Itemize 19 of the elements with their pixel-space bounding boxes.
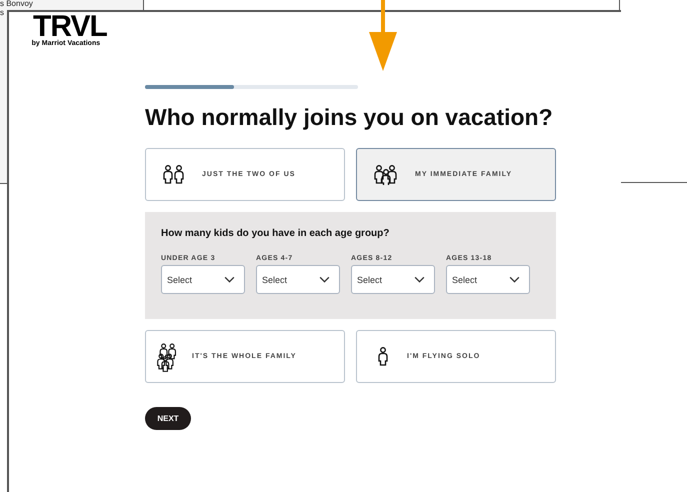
chevron-down-icon bbox=[414, 276, 425, 283]
next-button[interactable]: NEXT bbox=[145, 407, 191, 430]
chevron-down-icon bbox=[224, 276, 235, 283]
window-text: s bbox=[0, 8, 5, 17]
chevron-down-icon bbox=[319, 276, 330, 283]
question-heading: Who normally joins you on vacation? bbox=[145, 103, 554, 131]
select-field[interactable]: Select bbox=[256, 265, 340, 294]
panel-question: How many kids do you have in each age group? bbox=[161, 228, 390, 239]
select-field[interactable]: Select bbox=[351, 265, 435, 294]
group-icon bbox=[156, 340, 178, 372]
family-icon bbox=[373, 164, 399, 184]
window-text: s Bonvoy bbox=[0, 0, 34, 8]
select-field[interactable]: Select bbox=[161, 265, 245, 294]
person-icon bbox=[377, 346, 389, 366]
annotation-arrow bbox=[368, 0, 398, 72]
couple-icon bbox=[162, 164, 186, 184]
logo-wordmark: TRVL bbox=[33, 14, 107, 40]
select-field[interactable]: Select bbox=[446, 265, 530, 294]
chevron-down-icon bbox=[509, 276, 520, 283]
